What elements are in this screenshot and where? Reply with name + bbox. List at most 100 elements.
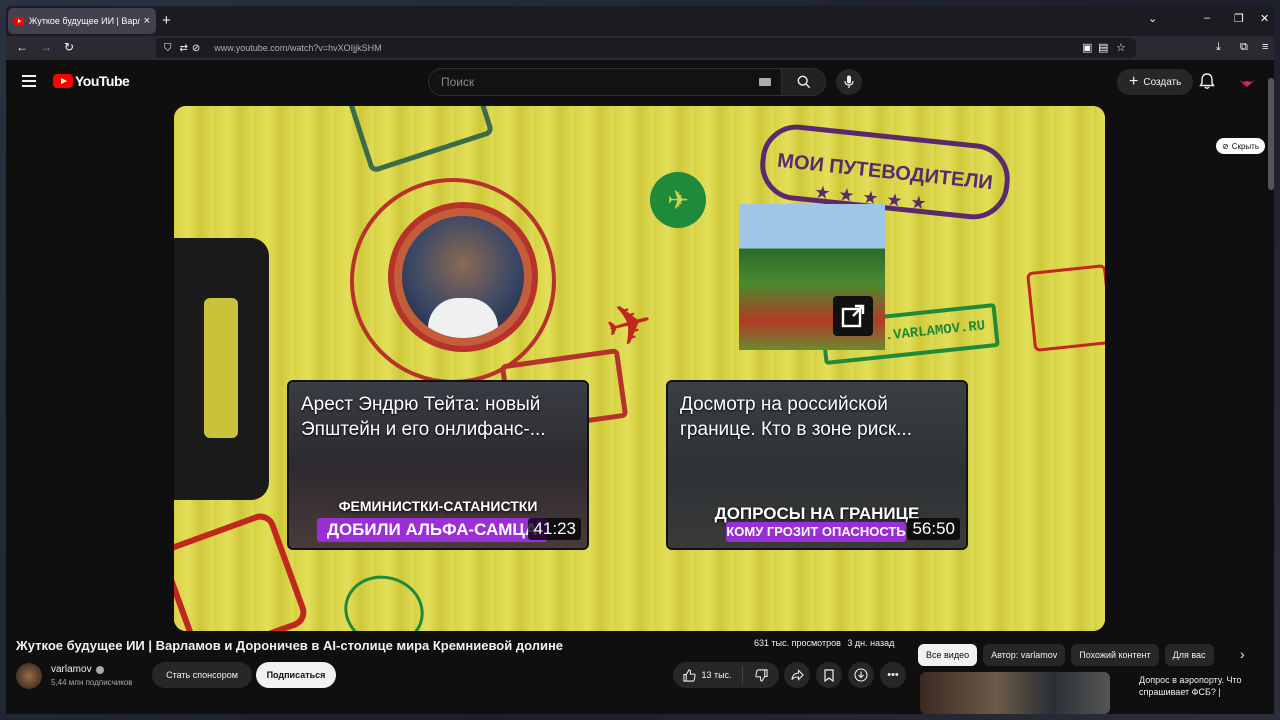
back-icon[interactable]: ← bbox=[16, 40, 28, 54]
browser-tab-active[interactable]: Жуткое будущее ИИ | Варламов × bbox=[8, 8, 156, 34]
upload-age: 3 дн. назад bbox=[847, 638, 895, 648]
tab-strip: Жуткое будущее ИИ | Варламов × + ⌄ – ❐ ✕ bbox=[6, 6, 1274, 36]
menu-icon[interactable]: ≡ bbox=[1262, 41, 1268, 53]
join-button[interactable]: Стать спонсором bbox=[152, 662, 252, 688]
dislike-button[interactable] bbox=[743, 668, 779, 682]
like-count: 13 тыс. bbox=[701, 670, 732, 680]
voice-search-button[interactable] bbox=[836, 69, 862, 95]
recommended-video-title[interactable]: Допрос в аэропорту. Что спрашивает ФСБ? … bbox=[1139, 674, 1259, 698]
youtube-header: YouTube + Создать bbox=[6, 60, 1274, 104]
youtube-favicon-icon bbox=[14, 17, 24, 25]
plus-icon: + bbox=[1129, 73, 1139, 90]
channel-name[interactable]: varlamov bbox=[51, 664, 92, 675]
blocked-icon[interactable]: ⊘ bbox=[192, 43, 200, 54]
bookmark-icon bbox=[824, 668, 834, 682]
chip-author[interactable]: Автор: varlamov bbox=[983, 644, 1066, 666]
plane-badge-icon: ✈ bbox=[650, 172, 706, 228]
list-tabs-icon[interactable]: ⌄ bbox=[1148, 12, 1157, 25]
create-button[interactable]: + Создать bbox=[1117, 69, 1194, 95]
microphone-icon bbox=[844, 75, 854, 88]
minimize-icon[interactable]: – bbox=[1204, 12, 1210, 24]
subscribe-button[interactable]: Подписаться bbox=[256, 662, 336, 688]
create-label: Создать bbox=[1143, 76, 1182, 88]
page-scrollbar[interactable] bbox=[1268, 78, 1274, 190]
tab-close-icon[interactable]: × bbox=[144, 15, 150, 27]
on-board-stamp bbox=[1026, 264, 1105, 352]
new-tab-button[interactable]: + bbox=[162, 12, 171, 29]
portrait-photo bbox=[402, 216, 524, 338]
notifications-button[interactable] bbox=[1199, 73, 1215, 95]
search-button[interactable] bbox=[781, 69, 825, 95]
endscreen-video-1-band: ДОБИЛИ АЛЬФА-САМЦА bbox=[317, 518, 547, 542]
share-button[interactable] bbox=[784, 662, 810, 688]
endscreen-video-2-duration: 56:50 bbox=[907, 518, 960, 540]
navigation-bar: ← → ↻ ⛉ ⇄ ⊘ www.youtube.com/watch?v=hvXO… bbox=[6, 36, 1274, 60]
video-title: Жуткое будущее ИИ | Варламов и Дороничев… bbox=[16, 638, 564, 653]
endscreen-video-1[interactable]: Арест Эндрю Тейта: новый Эпштейн и его о… bbox=[287, 380, 589, 550]
bell-icon bbox=[1199, 73, 1215, 89]
endscreen-video-1-duration: 41:23 bbox=[528, 518, 581, 540]
eye-off-icon: ⊘ bbox=[1222, 141, 1229, 151]
channel-avatar[interactable] bbox=[16, 663, 42, 689]
hamburger-menu-icon[interactable] bbox=[22, 75, 36, 90]
hide-label: Скрыть bbox=[1231, 141, 1260, 151]
close-window-icon[interactable]: ✕ bbox=[1260, 12, 1269, 25]
reader-view-icon[interactable]: ▤ bbox=[1098, 41, 1108, 54]
like-dislike-group: 13 тыс. bbox=[673, 662, 779, 688]
chip-related[interactable]: Похожий контент bbox=[1071, 644, 1159, 666]
bookmark-star-icon[interactable]: ☆ bbox=[1116, 41, 1126, 54]
endscreen-video-1-caption: ФЕМИНИСТКИ-САТАНИСТКИ bbox=[338, 498, 538, 514]
extensions-icon[interactable]: ⧉ bbox=[1240, 41, 1248, 54]
view-count: 631 тыс. просмотров bbox=[754, 638, 841, 648]
thumbs-down-icon bbox=[754, 668, 768, 682]
chips-next-chevron-icon[interactable]: › bbox=[1240, 646, 1245, 662]
youtube-play-icon bbox=[53, 74, 73, 88]
like-button[interactable]: 13 тыс. bbox=[673, 666, 743, 684]
picture-in-picture-icon[interactable]: ▣ bbox=[1082, 41, 1092, 54]
channel-portrait[interactable] bbox=[388, 202, 538, 352]
endscreen-video-2-title: Досмотр на российской границе. Кто в зон… bbox=[680, 394, 912, 440]
search-box bbox=[428, 68, 826, 96]
forward-icon[interactable]: → bbox=[40, 40, 52, 54]
more-horizontal-icon: ••• bbox=[887, 669, 899, 681]
restore-icon[interactable]: ❐ bbox=[1234, 12, 1244, 25]
account-avatar[interactable] bbox=[1238, 74, 1256, 92]
shield-icon[interactable]: ⛉ bbox=[164, 43, 172, 54]
keyboard-icon[interactable] bbox=[759, 78, 771, 86]
endscreen-video-2-band: КОМУ ГРОЗИТ ОПАСНОСТЬ bbox=[726, 522, 906, 542]
thumbs-up-icon bbox=[683, 668, 697, 682]
search-icon bbox=[797, 75, 810, 89]
related-filter-chips: Все видео Автор: varlamov Похожий контен… bbox=[918, 644, 1214, 666]
chip-all-videos[interactable]: Все видео bbox=[918, 644, 978, 666]
download-icon bbox=[854, 668, 868, 682]
verified-icon bbox=[95, 665, 104, 674]
youtube-page: YouTube + Создать bbox=[6, 60, 1274, 714]
share-icon bbox=[790, 669, 804, 681]
recommended-video-thumbnail[interactable] bbox=[920, 672, 1110, 714]
browser-window: Жуткое будущее ИИ | Варламов × + ⌄ – ❐ ✕… bbox=[6, 6, 1274, 714]
downloads-icon[interactable]: ⤓ bbox=[1216, 41, 1221, 54]
channel-name-row[interactable]: varlamov bbox=[51, 664, 104, 675]
download-button[interactable] bbox=[848, 662, 874, 688]
search-input[interactable] bbox=[429, 75, 759, 89]
external-link-card[interactable] bbox=[739, 204, 885, 350]
chip-for-you[interactable]: Для вас bbox=[1164, 644, 1214, 666]
youtube-logo-text: YouTube bbox=[75, 73, 130, 89]
youtube-logo[interactable]: YouTube bbox=[53, 73, 130, 89]
suitcase-handle bbox=[174, 238, 269, 500]
url-text[interactable]: www.youtube.com/watch?v=hvXOIjjkSHM bbox=[214, 43, 381, 53]
video-player[interactable]: МОИ ПУТЕВОДИТЕЛИ ★★★★★ ✈ ✈ TRAVEL.VARLAM… bbox=[174, 106, 1105, 631]
permissions-icon[interactable]: ⇄ bbox=[180, 43, 188, 54]
endscreen-video-1-title: Арест Эндрю Тейта: новый Эпштейн и его о… bbox=[301, 394, 546, 440]
address-bar[interactable]: ⛉ ⇄ ⊘ www.youtube.com/watch?v=hvXOIjjkSH… bbox=[156, 38, 1136, 58]
more-actions-button[interactable]: ••• bbox=[880, 662, 906, 688]
tab-title: Жуткое будущее ИИ | Варламов bbox=[29, 16, 140, 26]
subscriber-count: 5,44 млн подписчиков bbox=[51, 678, 133, 687]
endscreen-video-2[interactable]: Досмотр на российской границе. Кто в зон… bbox=[666, 380, 968, 550]
external-link-icon bbox=[833, 296, 873, 336]
hide-button[interactable]: ⊘ Скрыть bbox=[1216, 138, 1266, 154]
reload-icon[interactable]: ↻ bbox=[64, 40, 74, 54]
video-stats: 631 тыс. просмотров 3 дн. назад bbox=[754, 638, 894, 648]
account-avatar-icon bbox=[1239, 80, 1255, 87]
save-button[interactable] bbox=[816, 662, 842, 688]
